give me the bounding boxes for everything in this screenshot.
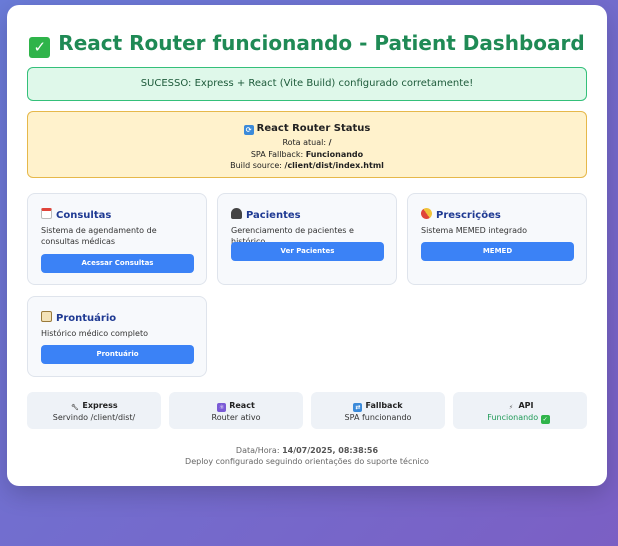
info-title-text: API [518, 401, 534, 410]
module-card-prescricoes: Prescrições Sistema MEMED integrado MEME… [407, 193, 587, 285]
footer-note: Deploy configurado seguindo orientações … [185, 457, 429, 466]
people-icon [231, 208, 242, 219]
module-title-text: Pacientes [246, 210, 301, 221]
build-source-value: /client/dist/index.html [284, 161, 384, 170]
module-title-text: Consultas [56, 210, 112, 221]
footer-datetime: Data/Hora: 14/07/2025, 08:38:56 [7, 445, 607, 456]
clipboard-icon [41, 311, 52, 322]
module-title: Pacientes [231, 208, 301, 221]
page-title: ✓ React Router funcionando - Patient Dash… [7, 31, 607, 58]
success-banner: SUCESSO: Express + React (Vite Build) co… [27, 67, 587, 101]
prontuario-button[interactable]: Prontuário [41, 345, 194, 364]
module-card-pacientes: Pacientes Gerenciamento de pacientes e h… [217, 193, 397, 285]
current-route: Rota atual: / [28, 137, 586, 149]
router-status-title-text: React Router Status [256, 123, 371, 134]
datetime-label: Data/Hora: [235, 446, 280, 455]
current-route-value: / [328, 138, 332, 147]
spa-fallback-label: SPA Fallback: [250, 149, 304, 159]
info-title-text: Express [82, 401, 118, 410]
check-mark-icon: ✓ [540, 415, 550, 424]
module-title: Consultas [41, 208, 111, 221]
view-pacientes-button[interactable]: Ver Pacientes [231, 242, 384, 261]
page-title-text: React Router funcionando - Patient Dashb… [58, 31, 585, 55]
info-subtitle: Funcionando ✓ [453, 413, 587, 424]
info-subtitle: Servindo /client/dist/ [52, 413, 136, 422]
info-card-api: ⚡︎ API Funcionando ✓ [453, 392, 587, 429]
module-title: Prescrições [418, 205, 501, 222]
success-text: SUCESSO: Express + React (Vite Build) co… [140, 78, 474, 89]
info-card-fallback: ⇄ Fallback SPA funcionando [311, 392, 445, 429]
spa-fallback: SPA Fallback: Funcionando [28, 149, 586, 161]
info-title-text: React [229, 401, 255, 410]
build-source: Build source: /client/dist/index.html [28, 160, 586, 172]
info-card-react: ⚛ React Router ativo [169, 392, 303, 429]
memed-button[interactable]: MEMED [421, 242, 574, 261]
info-card-express: 🔧︎ Express Servindo /client/dist/ [27, 392, 161, 429]
info-subtitle: SPA funcionando [344, 413, 412, 422]
sync-icon: ⟳ [243, 125, 254, 135]
module-title: Prontuário [41, 311, 116, 324]
api-status-text: Funcionando [487, 413, 539, 422]
shuffle-icon: ⇄ [353, 403, 363, 412]
module-card-prontuario: Prontuário Histórico médico completo Pro… [27, 296, 207, 377]
check-mark-icon: ✓ [29, 37, 51, 58]
datetime-value: 14/07/2025, 08:38:56 [282, 446, 379, 455]
build-source-label: Build source: [230, 161, 282, 170]
router-status-title: ⟳ React Router Status [28, 123, 586, 135]
info-title: ⚡︎ API [453, 401, 587, 412]
calendar-icon [41, 208, 52, 219]
info-title: ⚛ React [169, 401, 303, 412]
router-status-panel: ⟳ React Router Status Rota atual: / SPA F… [27, 111, 587, 178]
module-card-consultas: Consultas Sistema de agendamento de cons… [27, 193, 207, 285]
spa-fallback-value: Funcionando [305, 149, 364, 159]
react-icon: ⚛ [217, 403, 227, 412]
info-title: 🔧︎ Express [27, 401, 161, 412]
plug-icon: ⚡︎ [508, 404, 514, 411]
info-title: ⇄ Fallback [311, 401, 445, 412]
info-subtitle: Router ativo [211, 413, 261, 422]
module-title-text: Prescrições [436, 210, 501, 221]
module-description: Sistema de agendamento de consultas médi… [41, 226, 157, 246]
access-consultas-button[interactable]: Acessar Consultas [41, 254, 194, 273]
wrench-icon: 🔧︎ [71, 404, 79, 411]
info-title-text: Fallback [365, 401, 403, 410]
pill-icon [418, 205, 435, 222]
footer: Data/Hora: 14/07/2025, 08:38:56 Deploy c… [7, 445, 607, 467]
dashboard-card: ✓ React Router funcionando - Patient Dash… [7, 5, 607, 486]
module-description: Histórico médico completo [41, 329, 148, 338]
module-description: Sistema MEMED integrado [421, 226, 527, 235]
current-route-label: Rota atual: [282, 138, 327, 147]
module-title-text: Prontuário [56, 313, 117, 324]
